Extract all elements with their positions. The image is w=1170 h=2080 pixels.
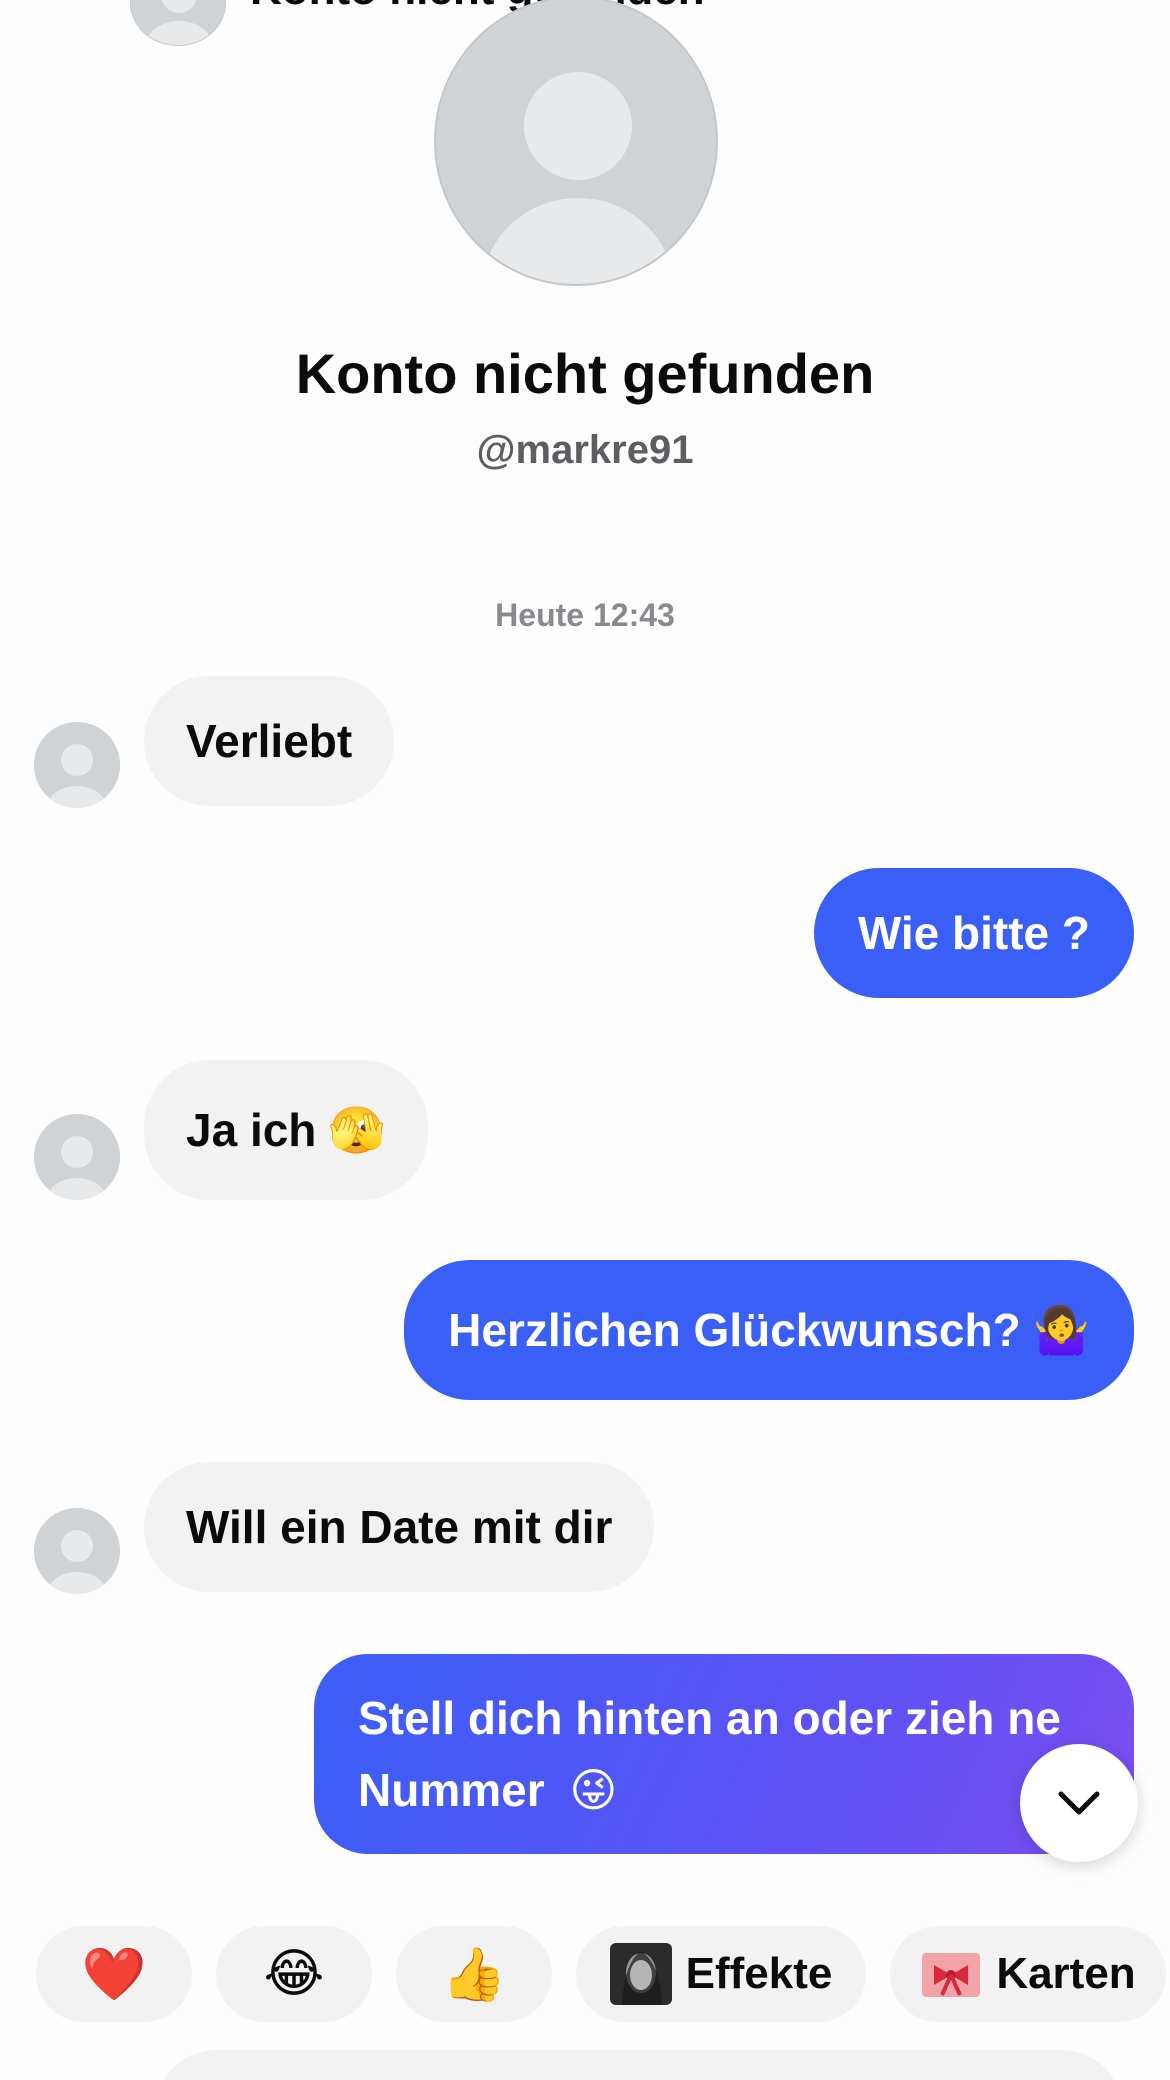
thumbs-up-icon: 👍 — [441, 1944, 507, 2005]
profile-avatar[interactable] — [434, 0, 718, 286]
react-thumbs-up-button[interactable]: 👍 — [396, 1926, 552, 2022]
message-text: Verliebt — [186, 715, 353, 767]
cards-label: Karten — [996, 1949, 1136, 1998]
default-user-icon — [34, 1114, 120, 1200]
more-options-button[interactable] — [1036, 0, 1116, 14]
default-user-icon — [436, 0, 716, 284]
chevron-left-icon — [42, 0, 86, 25]
incoming-message[interactable]: Will ein Date mit dir — [144, 1462, 655, 1592]
profile-name: Konto nicht gefunden — [295, 342, 875, 405]
incoming-message[interactable]: Verliebt — [144, 676, 395, 806]
gift-card-icon — [920, 1943, 982, 2005]
cards-button[interactable]: Karten — [890, 1926, 1166, 2022]
effects-button[interactable]: Effekte — [576, 1926, 866, 2022]
back-button[interactable] — [34, 0, 94, 30]
effects-label: Effekte — [685, 1949, 833, 1998]
profile-handle: @markre91 — [476, 428, 694, 472]
face-peeking-emoji: 🫣 — [328, 1103, 386, 1157]
outgoing-message[interactable]: Stell dich hinten an oder zieh ne Nummer… — [314, 1654, 1134, 1854]
default-user-icon — [34, 722, 120, 808]
scroll-to-bottom-button[interactable] — [1020, 1744, 1138, 1862]
outgoing-message[interactable]: Wie bitte ? — [813, 868, 1134, 998]
incoming-message[interactable]: Ja ich 🫣 — [144, 1060, 428, 1200]
message-text: Ja ich — [186, 1104, 317, 1156]
heart-icon: ❤️ — [81, 1944, 147, 2005]
shrug-emoji: 🤷‍♀️ — [1032, 1303, 1090, 1357]
chevron-down-icon — [1058, 1791, 1100, 1815]
outgoing-message[interactable]: Herzlichen Glückwunsch? 🤷‍♀️ — [404, 1260, 1134, 1400]
sender-avatar[interactable] — [34, 1114, 120, 1200]
react-heart-button[interactable]: ❤️ — [36, 1926, 192, 2022]
sender-avatar[interactable] — [34, 1508, 120, 1594]
laughing-face-icon: 😂 — [263, 1944, 325, 2004]
message-composer[interactable] — [156, 2050, 1122, 2080]
message-text: Wie bitte ? — [857, 907, 1090, 959]
sender-avatar[interactable] — [34, 722, 120, 808]
message-timestamp: Heute 12:43 — [495, 597, 675, 633]
message-text-wrap: Stell dich hinten an oder zieh ne Nummer… — [358, 1682, 1090, 1826]
message-text: Will ein Date mit dir — [186, 1501, 613, 1553]
effects-thumbnail-icon — [609, 1943, 672, 2005]
default-user-icon — [34, 1508, 120, 1594]
message-text: Stell dich hinten an oder zieh ne Nummer — [358, 1692, 1061, 1816]
default-user-icon — [131, 0, 225, 45]
react-laugh-button[interactable]: 😂 — [216, 1926, 372, 2022]
winking-tongue-emoji: 😜 — [569, 1763, 618, 1817]
header-avatar[interactable] — [130, 0, 226, 46]
message-text: Herzlichen Glückwunsch? — [448, 1304, 1021, 1356]
